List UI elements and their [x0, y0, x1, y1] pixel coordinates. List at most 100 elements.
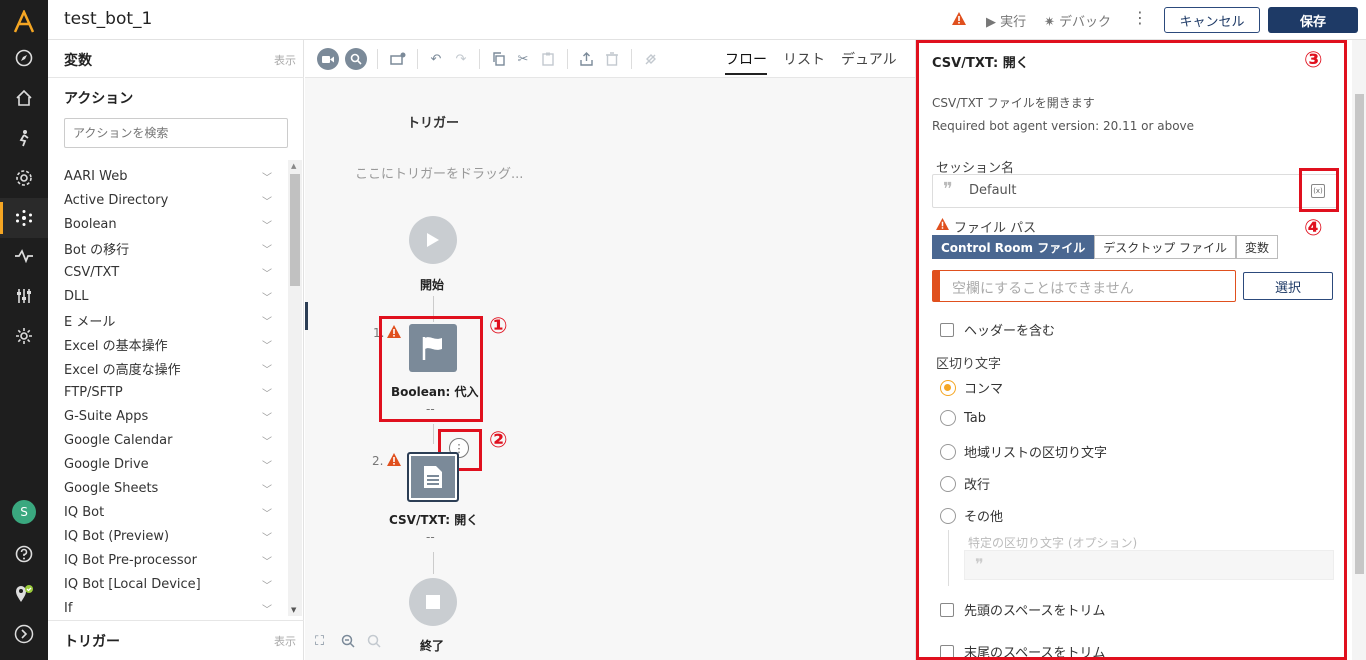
action-category-item[interactable]: Boolean ﹀: [48, 212, 288, 236]
cut-icon[interactable]: ✂: [512, 48, 534, 70]
export-icon[interactable]: [575, 48, 597, 70]
redo-icon[interactable]: ↷: [450, 48, 472, 70]
copy-icon[interactable]: [487, 48, 509, 70]
scroll-down-icon[interactable]: ▼: [291, 606, 296, 614]
action-category-item[interactable]: Bot の移行 ﹀: [48, 236, 288, 260]
automation-anywhere-logo-icon[interactable]: [0, 2, 48, 42]
step-2-csv-node[interactable]: [407, 452, 459, 502]
run-button[interactable]: ▶ 実行: [986, 11, 1026, 30]
help-icon[interactable]: [0, 534, 48, 574]
action-list-scrollbar[interactable]: ▲ ▼: [288, 160, 302, 616]
action-category-item[interactable]: FTP/SFTP ﹀: [48, 380, 288, 404]
chevron-down-icon[interactable]: ﹀: [262, 169, 272, 184]
chevron-down-icon[interactable]: ﹀: [262, 457, 272, 472]
chevron-down-icon[interactable]: ﹀: [262, 409, 272, 424]
action-category-item[interactable]: Google Sheets ﹀: [48, 476, 288, 500]
chevron-down-icon[interactable]: ﹀: [262, 361, 272, 376]
action-category-item[interactable]: IQ Bot [Local Device] ﹀: [48, 572, 288, 596]
action-category-item[interactable]: If ﹀: [48, 596, 288, 620]
scroll-thumb[interactable]: [1355, 94, 1364, 574]
delete-icon[interactable]: [601, 48, 623, 70]
scroll-thumb[interactable]: [290, 174, 300, 286]
chevron-down-icon[interactable]: ﹀: [262, 601, 272, 616]
actions-panel: 変数 表示 アクション AARI Web﹀Active Directory﹀Bo…: [48, 40, 304, 660]
tab-list[interactable]: リスト: [783, 49, 825, 69]
start-node[interactable]: [409, 216, 457, 264]
action-category-item[interactable]: IQ Bot (Preview) ﹀: [48, 524, 288, 548]
action-category-item[interactable]: Excel の高度な操作 ﹀: [48, 356, 288, 380]
action-category-item[interactable]: IQ Bot ﹀: [48, 500, 288, 524]
action-properties-panel: CSV/TXT: 開く CSV/TXT ファイルを開きます Required b…: [915, 40, 1366, 660]
panel-resize-handle[interactable]: [305, 302, 308, 330]
action-category-item[interactable]: CSV/TXT ﹀: [48, 260, 288, 284]
scroll-up-icon[interactable]: ▲: [291, 162, 296, 170]
fit-to-screen-icon[interactable]: ⛶: [315, 634, 324, 649]
chevron-down-icon[interactable]: ﹀: [262, 241, 272, 256]
stop-icon: [426, 595, 440, 609]
chevron-down-icon[interactable]: ﹀: [262, 193, 272, 208]
undo-icon[interactable]: ↶: [425, 48, 447, 70]
action-category-item[interactable]: E メール ﹀: [48, 308, 288, 332]
zoom-in-icon[interactable]: [367, 634, 381, 652]
home-icon[interactable]: [0, 78, 48, 118]
action-category-item[interactable]: Excel の基本操作 ﹀: [48, 332, 288, 356]
action-category-item[interactable]: Google Drive ﹀: [48, 452, 288, 476]
variables-show-toggle[interactable]: 表示: [274, 52, 296, 68]
chevron-down-icon[interactable]: ﹀: [262, 481, 272, 496]
triggers-section-header[interactable]: トリガー 表示: [48, 620, 304, 660]
action-category-item[interactable]: Google Calendar ﹀: [48, 428, 288, 452]
paste-icon[interactable]: [537, 48, 559, 70]
action-category-item[interactable]: DLL ﹀: [48, 284, 288, 308]
expand-rail-icon[interactable]: [0, 614, 48, 654]
search-flow-icon[interactable]: [345, 48, 367, 70]
chevron-down-icon[interactable]: ﹀: [262, 385, 272, 400]
chevron-down-icon[interactable]: ﹀: [262, 265, 272, 280]
add-comment-icon[interactable]: [387, 48, 409, 70]
tab-dual[interactable]: デュアル: [841, 49, 897, 69]
action-category-label: IQ Bot [Local Device]: [64, 576, 201, 592]
zoom-out-icon[interactable]: [341, 634, 355, 652]
administration-gear-icon[interactable]: [0, 316, 48, 356]
cancel-button[interactable]: キャンセル: [1164, 7, 1260, 33]
actions-title: アクション: [64, 91, 134, 107]
more-options-icon[interactable]: ⋮: [1132, 8, 1148, 27]
properties-scrollbar[interactable]: [1352, 40, 1366, 660]
chevron-down-icon[interactable]: ﹀: [262, 577, 272, 592]
end-node[interactable]: [409, 578, 457, 626]
action-category-label: AARI Web: [64, 168, 128, 184]
chevron-down-icon[interactable]: ﹀: [262, 313, 272, 328]
action-category-item[interactable]: AARI Web ﹀: [48, 164, 288, 188]
record-icon[interactable]: [317, 48, 339, 70]
action-category-label: IQ Bot (Preview): [64, 528, 170, 544]
explore-icon[interactable]: [0, 38, 48, 78]
bot-settings-icon[interactable]: [0, 158, 48, 198]
location-check-icon[interactable]: [0, 574, 48, 614]
trigger-drop-zone[interactable]: ここにトリガーをドラッグ...: [355, 163, 523, 182]
chevron-down-icon[interactable]: ﹀: [262, 505, 272, 520]
chevron-down-icon[interactable]: ﹀: [262, 217, 272, 232]
action-search-input[interactable]: [64, 118, 288, 148]
bot-runner-icon[interactable]: [0, 118, 48, 158]
flow-canvas[interactable]: ↶ ↷ ✂ フロー リスト デュアル トリガー ここにトリガーをドラッグ... …: [305, 40, 915, 660]
chevron-down-icon[interactable]: ﹀: [262, 337, 272, 352]
user-avatar[interactable]: S: [0, 492, 48, 532]
chevron-down-icon[interactable]: ﹀: [262, 553, 272, 568]
save-button[interactable]: 保存: [1268, 7, 1358, 33]
tab-flow[interactable]: フロー: [725, 49, 767, 75]
activity-icon[interactable]: [0, 236, 48, 276]
warning-icon[interactable]: [952, 12, 966, 29]
debug-button[interactable]: ✷ デバック: [1044, 11, 1111, 30]
action-category-item[interactable]: Active Directory ﹀: [48, 188, 288, 212]
action-category-item[interactable]: G-Suite Apps ﹀: [48, 404, 288, 428]
automation-icon[interactable]: [0, 198, 48, 238]
chevron-down-icon[interactable]: ﹀: [262, 433, 272, 448]
chevron-down-icon[interactable]: ﹀: [262, 529, 272, 544]
action-category-item[interactable]: IQ Bot Pre-processor ﹀: [48, 548, 288, 572]
manage-icon[interactable]: [0, 276, 48, 316]
document-icon: [424, 466, 442, 488]
variables-section-header[interactable]: 変数 表示: [48, 40, 304, 78]
triggers-show-toggle[interactable]: 表示: [274, 633, 296, 649]
step-2-warning-icon[interactable]: [387, 453, 401, 470]
chevron-down-icon[interactable]: ﹀: [262, 289, 272, 304]
disable-icon[interactable]: [639, 48, 661, 70]
